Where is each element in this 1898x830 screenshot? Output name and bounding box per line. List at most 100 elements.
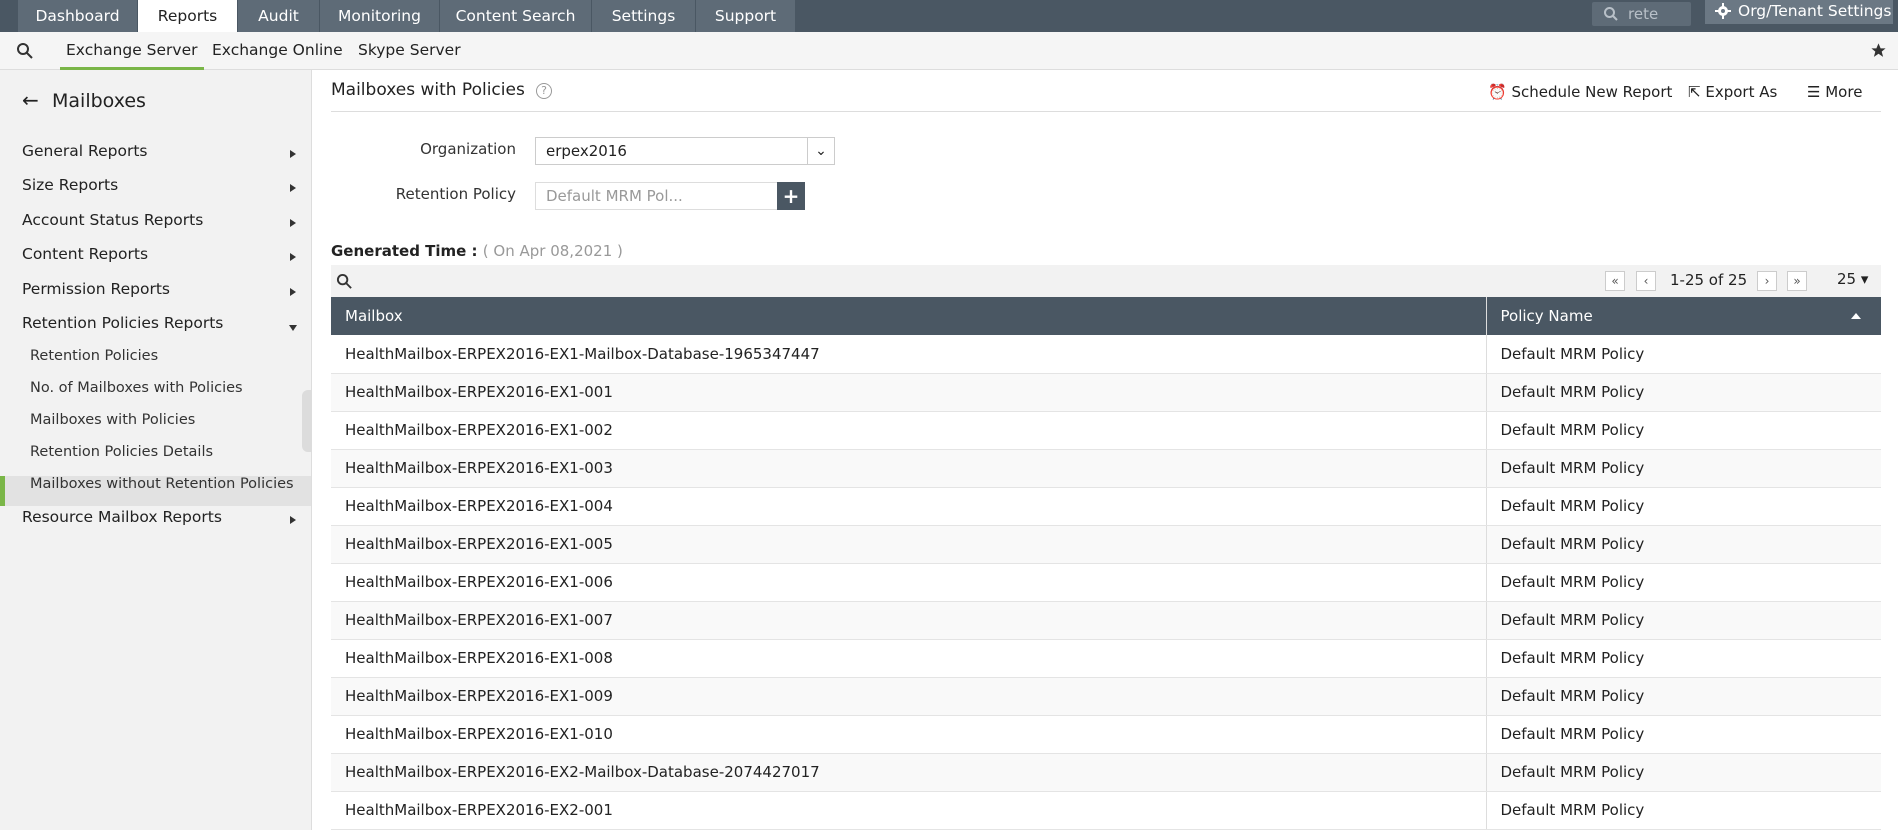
table-toolbar: « ‹ 1-25 of 25 › » 25 ▾ bbox=[331, 265, 1881, 297]
search-value: rete bbox=[1628, 5, 1659, 23]
organization-select[interactable]: erpex2016 ⌄ bbox=[535, 137, 835, 165]
search-filter-icon[interactable] bbox=[336, 273, 353, 290]
policy-cell: Default MRM Policy bbox=[1485, 373, 1881, 412]
page-size-select[interactable]: 25 ▾ bbox=[1837, 270, 1868, 288]
subtab-exchange-server[interactable]: Exchange Server bbox=[60, 32, 204, 70]
column-header-mailbox[interactable]: Mailbox bbox=[331, 297, 1486, 335]
mailbox-cell: HealthMailbox-ERPEX2016-EX1-005 bbox=[331, 525, 1486, 564]
table-row[interactable]: HealthMailbox-ERPEX2016-EX2-Mailbox-Data… bbox=[331, 753, 1881, 792]
table-row[interactable]: HealthMailbox-ERPEX2016-EX2-001 Default M… bbox=[331, 791, 1881, 830]
table-row[interactable]: HealthMailbox-ERPEX2016-EX1-010 Default M… bbox=[331, 715, 1881, 754]
sidebar-item-size-reports[interactable]: Size Reports bbox=[22, 176, 118, 194]
mailbox-cell: HealthMailbox-ERPEX2016-EX1-004 bbox=[331, 487, 1486, 526]
org-tenant-settings-button[interactable]: Org/Tenant Settings bbox=[1705, 0, 1893, 24]
chevron-right-icon bbox=[290, 288, 296, 296]
sidebar-item-resource-mailbox-reports[interactable]: Resource Mailbox Reports bbox=[22, 508, 222, 526]
subtab-skype-server[interactable]: Skype Server bbox=[358, 32, 461, 70]
sidebar-subitem-no-of-mailboxes[interactable]: No. of Mailboxes with Policies bbox=[30, 380, 243, 396]
export-as-button[interactable]: ⇱ Export As bbox=[1688, 83, 1777, 101]
chevron-right-icon bbox=[290, 516, 296, 524]
policy-cell: Default MRM Policy bbox=[1485, 639, 1881, 678]
add-policy-button[interactable]: + bbox=[777, 182, 805, 210]
organization-value: erpex2016 bbox=[546, 142, 627, 160]
first-page-icon[interactable]: « bbox=[1605, 271, 1625, 291]
table-row[interactable]: HealthMailbox-ERPEX2016-EX1-003 Default M… bbox=[331, 449, 1881, 488]
generated-time: Generated Time : ( On Apr 08,2021 ) bbox=[331, 242, 623, 260]
chevron-down-icon[interactable]: ⌄ bbox=[807, 138, 834, 164]
subtab-exchange-online[interactable]: Exchange Online bbox=[212, 32, 343, 70]
org-tenant-settings-label: Org/Tenant Settings bbox=[1738, 2, 1892, 20]
product-subnav: Exchange Server Exchange Online Skype Se… bbox=[0, 32, 1898, 70]
policy-cell: Default MRM Policy bbox=[1485, 487, 1881, 526]
sidebar-subitem-mailboxes-with-policies[interactable]: Mailboxes with Policies bbox=[30, 412, 195, 428]
pagination-info: 1-25 of 25 bbox=[1670, 271, 1748, 289]
page-title: Mailboxes with Policies bbox=[331, 80, 525, 100]
column-header-policy-label: Policy Name bbox=[1500, 307, 1593, 325]
sidebar-subitem-retention-policies[interactable]: Retention Policies bbox=[30, 348, 158, 364]
page-size-value: 25 bbox=[1837, 270, 1857, 288]
mailbox-cell: HealthMailbox-ERPEX2016-EX1-Mailbox-Data… bbox=[331, 335, 1486, 374]
tab-settings[interactable]: Settings bbox=[592, 0, 696, 32]
sidebar: ← Mailboxes General Reports Size Reports … bbox=[0, 70, 312, 830]
back-arrow-icon[interactable]: ← bbox=[22, 88, 52, 112]
tab-dashboard[interactable]: Dashboard bbox=[18, 0, 138, 32]
sidebar-item-general-reports[interactable]: General Reports bbox=[22, 142, 147, 160]
chevron-right-icon bbox=[290, 219, 296, 227]
sidebar-subitem-retention-policies-details[interactable]: Retention Policies Details bbox=[30, 444, 213, 460]
global-search-input[interactable]: rete bbox=[1592, 2, 1691, 26]
sidebar-item-account-status-reports[interactable]: Account Status Reports bbox=[22, 211, 203, 229]
tab-reports[interactable]: Reports bbox=[138, 0, 238, 32]
generated-time-value: ( On Apr 08,2021 ) bbox=[482, 242, 623, 260]
mailbox-cell: HealthMailbox-ERPEX2016-EX1-001 bbox=[331, 373, 1486, 412]
policy-cell: Default MRM Policy bbox=[1485, 715, 1881, 754]
next-page-icon[interactable]: › bbox=[1757, 271, 1777, 291]
search-icon bbox=[1604, 7, 1618, 21]
mailbox-cell: HealthMailbox-ERPEX2016-EX2-Mailbox-Data… bbox=[331, 753, 1486, 792]
prev-page-icon[interactable]: ‹ bbox=[1636, 271, 1656, 291]
table-row[interactable]: HealthMailbox-ERPEX2016-EX1-004 Default M… bbox=[331, 487, 1881, 526]
chevron-right-icon bbox=[290, 184, 296, 192]
policy-cell: Default MRM Policy bbox=[1485, 563, 1881, 602]
more-button[interactable]: ☰ More bbox=[1807, 83, 1862, 101]
column-header-policy-name[interactable]: Policy Name bbox=[1485, 297, 1881, 335]
more-label: More bbox=[1825, 83, 1863, 101]
export-icon: ⇱ bbox=[1688, 83, 1701, 101]
sidebar-item-content-reports[interactable]: Content Reports bbox=[22, 245, 148, 263]
table-row[interactable]: HealthMailbox-ERPEX2016-EX1-001 Default M… bbox=[331, 373, 1881, 412]
table-row[interactable]: HealthMailbox-ERPEX2016-EX1-008 Default M… bbox=[331, 639, 1881, 678]
alarm-clock-icon: ⏰ bbox=[1488, 83, 1507, 101]
top-navigation: Dashboard Reports Audit Monitoring Conte… bbox=[0, 0, 1898, 32]
sidebar-title: ← Mailboxes bbox=[22, 88, 146, 112]
tab-content-search[interactable]: Content Search bbox=[440, 0, 592, 32]
table-row[interactable]: HealthMailbox-ERPEX2016-EX1-Mailbox-Data… bbox=[331, 335, 1881, 374]
help-icon[interactable]: ? bbox=[536, 83, 552, 99]
mailbox-cell: HealthMailbox-ERPEX2016-EX1-007 bbox=[331, 601, 1486, 640]
search-filter-icon[interactable] bbox=[16, 42, 34, 60]
table-row[interactable]: HealthMailbox-ERPEX2016-EX1-005 Default M… bbox=[331, 525, 1881, 564]
sort-ascending-icon bbox=[1851, 313, 1861, 319]
last-page-icon[interactable]: » bbox=[1787, 271, 1807, 291]
title-divider bbox=[331, 111, 1881, 112]
mailbox-cell: HealthMailbox-ERPEX2016-EX1-009 bbox=[331, 677, 1486, 716]
retention-policy-input[interactable]: Default MRM Pol... bbox=[535, 182, 780, 210]
table-row[interactable]: HealthMailbox-ERPEX2016-EX1-007 Default M… bbox=[331, 601, 1881, 640]
table-row[interactable]: HealthMailbox-ERPEX2016-EX1-002 Default M… bbox=[331, 411, 1881, 450]
chevron-right-icon bbox=[290, 253, 296, 261]
sidebar-item-permission-reports[interactable]: Permission Reports bbox=[22, 280, 170, 298]
sidebar-collapse-handle[interactable] bbox=[302, 390, 312, 452]
tab-audit[interactable]: Audit bbox=[238, 0, 320, 32]
chevron-down-icon bbox=[289, 325, 297, 331]
schedule-label: Schedule New Report bbox=[1511, 83, 1673, 101]
table-row[interactable]: HealthMailbox-ERPEX2016-EX1-009 Default M… bbox=[331, 677, 1881, 716]
mailbox-cell: HealthMailbox-ERPEX2016-EX1-006 bbox=[331, 563, 1486, 602]
policy-cell: Default MRM Policy bbox=[1485, 411, 1881, 450]
sidebar-item-retention-policies-reports[interactable]: Retention Policies Reports bbox=[22, 314, 223, 332]
schedule-new-report-button[interactable]: ⏰ Schedule New Report bbox=[1488, 83, 1672, 101]
table-row[interactable]: HealthMailbox-ERPEX2016-EX1-006 Default M… bbox=[331, 563, 1881, 602]
policy-cell: Default MRM Policy bbox=[1485, 601, 1881, 640]
tab-support[interactable]: Support bbox=[696, 0, 796, 32]
star-icon[interactable] bbox=[1870, 42, 1887, 59]
generated-time-label: Generated Time : bbox=[331, 242, 478, 260]
tab-monitoring[interactable]: Monitoring bbox=[320, 0, 440, 32]
sidebar-subitem-mailboxes-without-retention[interactable]: Mailboxes without Retention Policies bbox=[30, 476, 294, 492]
